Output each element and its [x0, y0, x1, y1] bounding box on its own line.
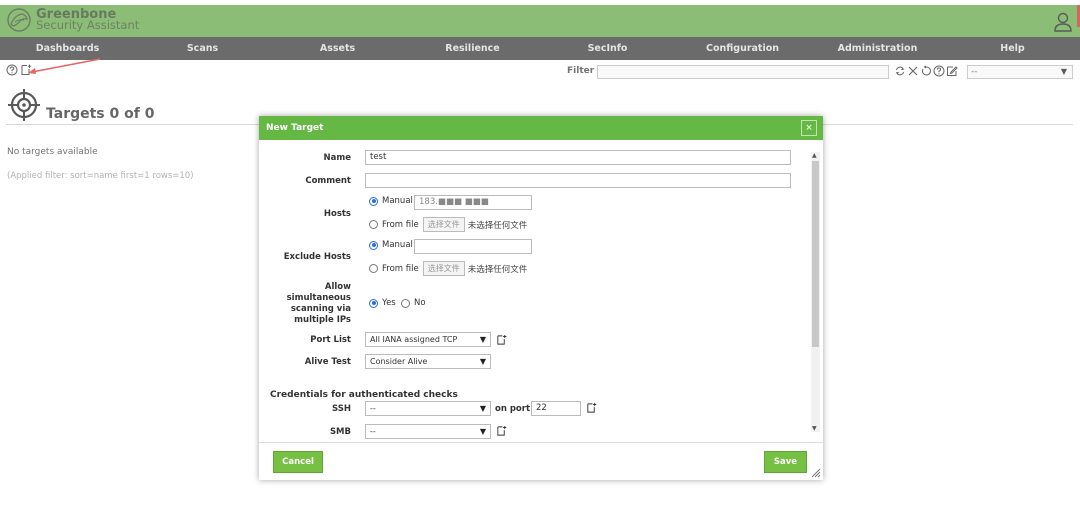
hosts-manual-input[interactable]: 183.■■■ ■■■: [414, 195, 532, 210]
comment-input[interactable]: [365, 173, 791, 188]
chevron-down-icon: ▼: [479, 404, 486, 413]
hosts-no-file-text: 未选择任何文件: [467, 220, 528, 231]
name-input[interactable]: test: [365, 150, 791, 165]
hosts-choose-file-button[interactable]: 选择文件: [422, 217, 465, 232]
hosts-label: Hosts: [323, 209, 351, 219]
hosts-file-radio[interactable]: [369, 220, 378, 229]
exclude-manual-radio[interactable]: [369, 240, 378, 250]
save-button[interactable]: Save: [764, 451, 807, 473]
new-smb-credential-icon[interactable]: [496, 425, 507, 437]
allow-no-radio[interactable]: [401, 298, 410, 308]
exclude-manual-input[interactable]: [414, 239, 532, 254]
close-button[interactable]: ×: [801, 120, 817, 136]
port-list-label: Port List: [310, 335, 351, 345]
exclude-file-radio[interactable]: [369, 264, 378, 273]
new-credential-icon[interactable]: [586, 402, 597, 414]
dialog-body: Name test Comment Hosts Manual 183.■■■ ■…: [259, 140, 811, 442]
port-list-select[interactable]: All IANA assigned TCP ▼: [365, 332, 491, 347]
hosts-manual-label: Manual: [382, 196, 413, 206]
hosts-file-label: From file: [382, 219, 419, 230]
ssh-label: SSH: [332, 404, 351, 414]
hosts-manual-radio[interactable]: [369, 196, 378, 206]
exclude-file-label: From file: [382, 263, 419, 274]
allow-simultaneous-label: Allow simultaneous scanning via multiple…: [286, 282, 351, 325]
resize-handle-icon[interactable]: [811, 468, 821, 478]
allow-no-label: No: [414, 298, 426, 308]
exclude-hosts-label: Exclude Hosts: [283, 252, 351, 262]
exclude-no-file-text: 未选择任何文件: [467, 264, 528, 275]
alive-test-select[interactable]: Consider Alive ▼: [365, 354, 491, 369]
smb-credential-select[interactable]: -- ▼: [365, 424, 491, 439]
dialog-header[interactable]: New Target ×: [259, 116, 823, 140]
new-port-list-icon[interactable]: [496, 334, 507, 346]
allow-yes-label: Yes: [382, 298, 396, 308]
hosts-file-option[interactable]: From file 选择文件 未选择任何文件: [369, 217, 527, 232]
smb-label: SMB: [329, 427, 351, 437]
on-port-label: on port: [495, 404, 531, 414]
ssh-credential-select[interactable]: -- ▼: [365, 401, 491, 416]
port-list-value: All IANA assigned TCP: [370, 335, 458, 344]
scroll-up-icon[interactable]: ▲: [812, 152, 817, 159]
credentials-section-title: Credentials for authenticated checks: [270, 390, 458, 400]
smb-credential-value: --: [370, 427, 376, 436]
dialog-title: New Target: [266, 123, 324, 133]
chevron-down-icon: ▼: [479, 335, 486, 344]
exclude-manual-option[interactable]: Manual: [369, 240, 413, 250]
allow-no-option[interactable]: No: [401, 298, 426, 308]
allow-yes-radio[interactable]: [369, 298, 378, 308]
name-label: Name: [323, 153, 351, 163]
alive-test-label: Alive Test: [304, 357, 351, 367]
ssh-port-input[interactable]: 22: [531, 401, 581, 416]
comment-label: Comment: [305, 176, 351, 186]
dialog-footer: Cancel Save: [259, 442, 823, 480]
hosts-manual-option[interactable]: Manual: [369, 196, 413, 206]
scroll-down-icon[interactable]: ▼: [812, 425, 817, 432]
cancel-button[interactable]: Cancel: [273, 451, 323, 473]
exclude-choose-file-button[interactable]: 选择文件: [422, 261, 465, 276]
ssh-credential-value: --: [370, 404, 376, 413]
alive-test-value: Consider Alive: [370, 357, 428, 366]
chevron-down-icon: ▼: [479, 427, 486, 436]
exclude-file-option[interactable]: From file 选择文件 未选择任何文件: [369, 261, 527, 276]
allow-yes-option[interactable]: Yes: [369, 298, 396, 308]
new-target-dialog: New Target × Name test Comment Hosts Man…: [259, 116, 823, 480]
exclude-manual-label: Manual: [382, 240, 413, 250]
dialog-scrollbar[interactable]: ▲ ▼: [811, 152, 820, 432]
chevron-down-icon: ▼: [479, 357, 486, 366]
scrollbar-thumb[interactable]: [812, 161, 819, 347]
